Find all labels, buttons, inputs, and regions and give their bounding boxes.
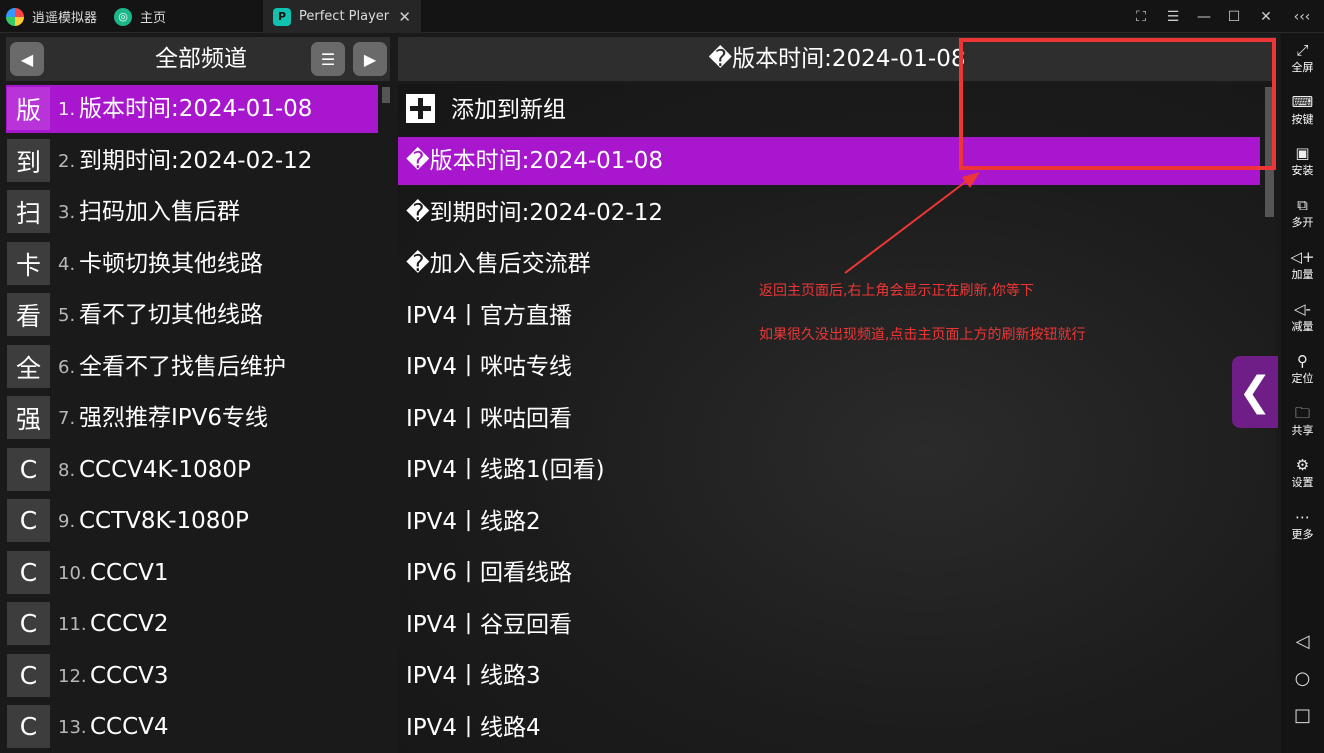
settings-label: 设置 [1291,476,1314,489]
recents-nav-icon[interactable]: □ [1281,697,1324,733]
volume-down-button[interactable]: ◁- 减量 [1281,294,1324,344]
settings-button[interactable]: ⚙ 设置 [1281,450,1324,500]
volume-down-icon: ◁- [1294,300,1311,318]
back-nav-icon[interactable]: ◁ [1281,623,1324,659]
gear-icon: ⚙ [1295,456,1310,474]
fullscreen-icon: ⤢ [1296,41,1309,59]
keymap-button[interactable]: ⌨ 按键 [1281,87,1324,137]
install-label: 安装 [1291,164,1314,177]
share-label: 共享 [1291,424,1314,437]
volume-up-button[interactable]: ◁+ 加量 [1281,242,1324,292]
multi-window-icon: ⧉ [1297,196,1308,214]
annotation-note-2: 如果很久没出现频道,点击主页面上方的刷新按钮就行 [759,327,1086,343]
install-apk-button[interactable]: ▣ 安装 [1281,138,1324,188]
more-button[interactable]: ⋯ 更多 [1281,502,1324,552]
keyboard-icon: ⌨ [1291,93,1314,111]
location-button[interactable]: ⚲ 定位 [1281,346,1324,396]
ellipsis-icon: ⋯ [1295,508,1310,526]
multi-instance-button[interactable]: ⧉ 多开 [1281,190,1324,240]
fullscreen-label: 全屏 [1291,61,1314,74]
keymap-label: 按键 [1291,113,1314,126]
annotation-arrow [844,172,980,274]
location-pin-icon: ⚲ [1297,352,1308,370]
emulator-sidebar: ⤢ 全屏 ⌨ 按键 ▣ 安装 ⧉ 多开 ◁+ 加量 ◁- 减量 ⚲ 定位 🗀 共… [1281,33,1324,753]
folder-icon: 🗀 [1294,404,1310,422]
fullscreen-button[interactable]: ⤢ 全屏 [1281,35,1324,85]
apk-icon: ▣ [1295,144,1310,162]
annotation-note-1: 返回主页面后,右上角会显示正在刷新,你等下 [759,283,1034,299]
home-nav-icon[interactable]: ○ [1281,660,1324,696]
more-label: 更多 [1291,528,1314,541]
location-label: 定位 [1291,372,1314,385]
share-folder-button[interactable]: 🗀 共享 [1281,398,1324,448]
volume-up-icon: ◁+ [1290,248,1315,266]
multi-instance-label: 多开 [1291,216,1314,229]
volume-down-label: 减量 [1291,320,1314,333]
volume-up-label: 加量 [1291,268,1314,281]
